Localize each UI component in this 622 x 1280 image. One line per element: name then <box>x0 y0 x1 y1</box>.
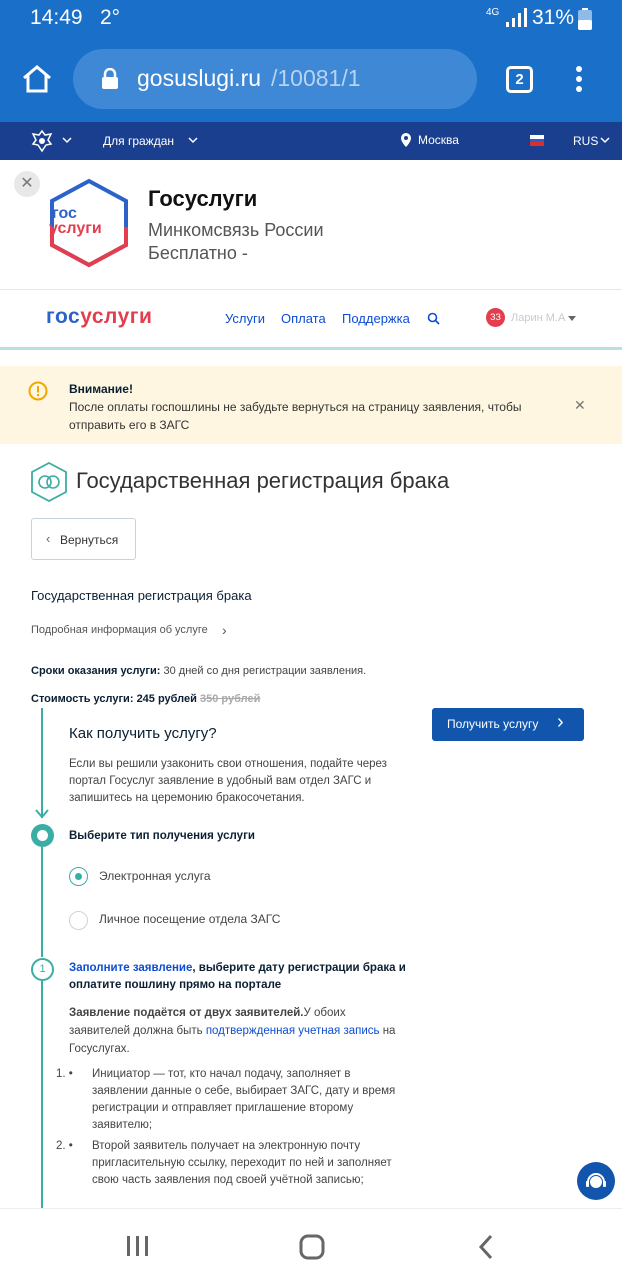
emblem-icon[interactable] <box>30 129 54 153</box>
list-item: Второй заявитель получает на электронную… <box>92 1140 392 1186</box>
chevron-down-icon <box>62 137 72 144</box>
site-header: госуслуги Услуги Оплата Поддержка ЗЗ Лар… <box>0 290 622 350</box>
warning-icon <box>28 381 48 401</box>
user-name[interactable]: Ларин М.А <box>511 312 565 324</box>
chevron-down-icon <box>600 137 610 144</box>
verified-account-link[interactable]: подтвержденная учетная запись <box>206 1025 380 1037</box>
step-number: 1 <box>31 958 54 981</box>
app-banner[interactable]: ✕ гос услуги Госуслуги Минкомсвязь Росси… <box>0 160 622 290</box>
applicants-paragraph: Заявление подаётся от двух заявителей.У … <box>69 1007 396 1055</box>
service-terms: Сроки оказания услуги: 30 дней со дня ре… <box>31 665 367 677</box>
menu-dots-icon[interactable] <box>574 66 584 96</box>
status-bar: 14:49 2° 4G 31% <box>0 0 622 40</box>
step1-title: Заполните заявление, выберите дату регис… <box>69 962 406 991</box>
browser-toolbar: gosuslugi.ru /10081/1 2 <box>0 40 622 122</box>
how-text: Если вы решили узаконить свои отношения,… <box>69 758 387 804</box>
list-marker: 2. • <box>56 1140 73 1152</box>
address-bar[interactable]: gosuslugi.ru /10081/1 <box>73 49 477 109</box>
get-service-button[interactable]: Получить услугу › <box>432 708 584 741</box>
app-price: Бесплатно - <box>148 243 248 263</box>
timeline-line <box>41 708 43 818</box>
url-path: /10081/1 <box>271 65 361 91</box>
option-electronic-label[interactable]: Электронная услуга <box>99 869 211 883</box>
location-pin-icon <box>401 133 411 147</box>
step-marker <box>31 824 54 847</box>
signal-icon <box>506 8 527 27</box>
arrow-down-icon <box>35 809 49 819</box>
status-time: 14:49 <box>30 6 83 29</box>
caret-down-icon <box>568 316 576 321</box>
avatar[interactable]: ЗЗ <box>486 308 505 327</box>
language-selector[interactable]: RUS <box>573 134 598 148</box>
gov-top-bar: Для граждан Москва RUS <box>0 122 622 160</box>
lock-icon <box>102 68 118 89</box>
radio-visit[interactable] <box>69 911 88 930</box>
timeline-line <box>41 981 43 1208</box>
timeline-line <box>41 847 43 957</box>
system-nav-bar <box>0 1208 622 1280</box>
nav-services[interactable]: Услуги <box>225 311 265 326</box>
battery-percent: 31% <box>532 6 575 29</box>
back-button[interactable]: ‹ Вернуться <box>31 518 136 560</box>
battery-icon <box>578 8 592 30</box>
tabs-button[interactable]: 2 <box>506 66 533 93</box>
page-title: Государственная регистрация брака <box>76 468 450 493</box>
chevron-left-icon: ‹ <box>46 531 51 546</box>
how-title: Как получить услугу? <box>69 725 217 742</box>
details-link[interactable]: Подробная информация об услуге <box>31 624 208 636</box>
nav-payment[interactable]: Оплата <box>281 311 326 326</box>
app-publisher: Минкомсвязь России <box>148 220 324 240</box>
flag-icon <box>530 135 544 146</box>
service-name: Государственная регистрация брака <box>31 588 252 603</box>
nav-support[interactable]: Поддержка <box>342 311 410 326</box>
close-alert-button[interactable]: ✕ <box>574 397 586 414</box>
chevron-right-icon: › <box>557 711 564 733</box>
home-nav-icon[interactable] <box>298 1233 326 1261</box>
service-cost: Стоимость услуги: 245 рублей 350 рублей <box>31 693 261 705</box>
headset-icon <box>586 1173 606 1188</box>
close-banner-button[interactable]: ✕ <box>14 171 40 197</box>
list-item: Инициатор — тот, кто начал подачу, запол… <box>92 1068 396 1131</box>
back-nav-icon[interactable] <box>476 1233 496 1261</box>
network-label: 4G <box>486 7 500 18</box>
option-visit-label[interactable]: Личное посещение отдела ЗАГС <box>99 912 280 926</box>
radio-electronic[interactable] <box>69 867 88 886</box>
choose-type-title: Выберите тип получения услуги <box>69 830 255 842</box>
search-icon[interactable] <box>427 312 440 325</box>
logo-text-uslugi: услуги <box>49 220 102 237</box>
status-temp: 2° <box>100 6 121 29</box>
alert-text: После оплаты госпошлины не забудьте верн… <box>69 400 522 432</box>
list-marker: 1. • <box>56 1068 73 1080</box>
app-title: Госуслуги <box>148 186 258 211</box>
url-host: gosuslugi.ru <box>137 65 262 91</box>
city-selector[interactable]: Москва <box>418 133 459 147</box>
alert-title: Внимание! <box>69 382 133 396</box>
fill-application-link[interactable]: Заполните заявление <box>69 962 192 974</box>
chevron-right-icon: › <box>222 622 227 638</box>
support-chat-button[interactable] <box>577 1162 615 1200</box>
recent-apps-icon[interactable] <box>126 1234 150 1258</box>
rings-icon <box>31 462 67 502</box>
home-icon[interactable] <box>21 64 53 94</box>
chevron-down-icon <box>188 137 198 144</box>
citizens-menu[interactable]: Для граждан <box>103 134 174 148</box>
attention-alert: Внимание! После оплаты госпошлины не заб… <box>0 366 622 444</box>
site-logo[interactable]: госуслуги <box>46 305 152 329</box>
